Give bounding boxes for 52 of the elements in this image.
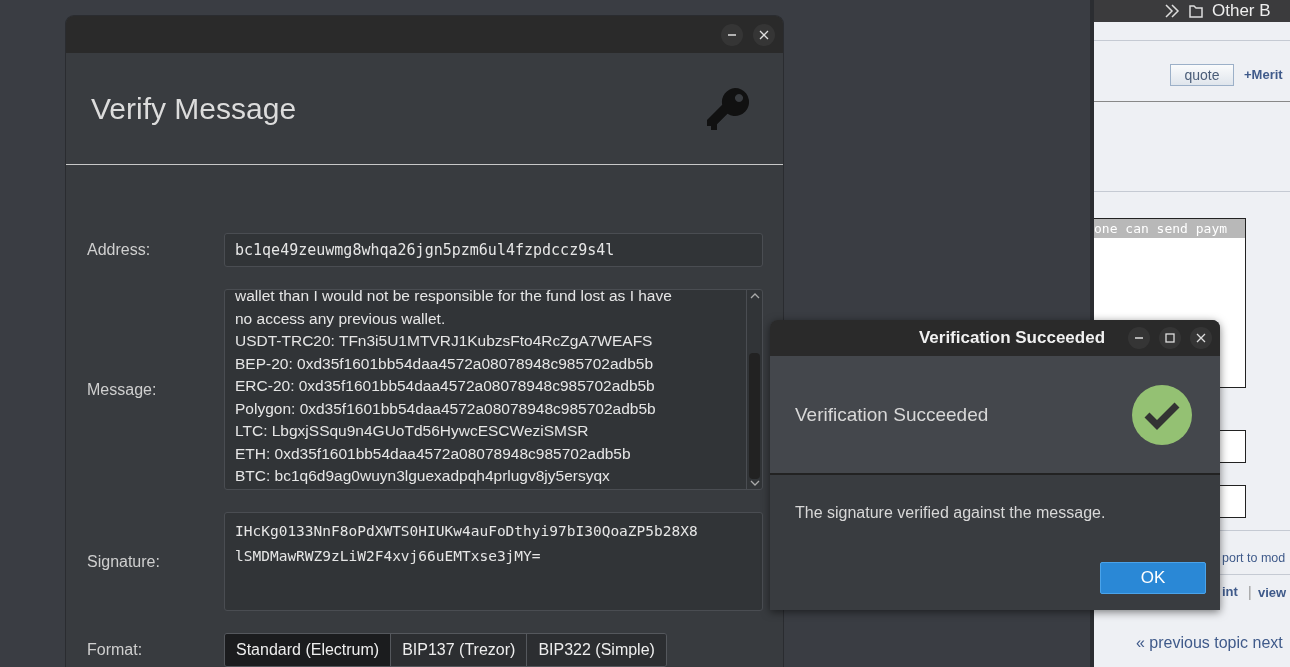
code-text: one can send paym (1094, 219, 1245, 238)
format-option[interactable]: BIP322 (Simple) (526, 634, 666, 666)
view-link[interactable]: view (1258, 585, 1287, 600)
message-line: BTC: bc1q6d9ag0wuyn3lguexadpqh4prlugv8jy5ersyqx (235, 466, 611, 486)
ok-button[interactable]: OK (1100, 562, 1206, 594)
message-line: USDT-TRC20: TFn3i5U1MTVRJ1KubzsFto4RcZgA7WEAFS (235, 331, 654, 351)
format-option[interactable]: Standard (Electrum) (225, 634, 391, 666)
dialog-title: Verification Succeeded (918, 328, 1106, 347)
signature-line: IHcKg0133NnF8oPdXWTS0HIUKw4auFoDthyi97bI30QoaZP5b28X8 (235, 522, 699, 541)
scroll-up-icon[interactable] (749, 292, 760, 299)
close-button[interactable] (1190, 327, 1212, 349)
scrollbar[interactable] (746, 290, 762, 489)
chevron-icon[interactable] (1164, 4, 1180, 18)
message-line: Polygon: 0xd35f1601bb54daa4572a08078948c985702adb5b (235, 398, 657, 419)
dialog-heading: Verification Succeeded (795, 403, 989, 426)
field-label: Address: (87, 241, 152, 259)
report-link[interactable]: port to mod (1222, 551, 1286, 565)
checkmark-icon (1131, 383, 1193, 446)
print-link[interactable]: int (1222, 584, 1238, 599)
field-label: Format: (87, 641, 144, 659)
close-icon (1195, 332, 1207, 344)
merit-link[interactable]: +Merit (1244, 67, 1283, 82)
window-title: Verify Message (91, 91, 297, 126)
maximize-icon (1164, 332, 1176, 344)
field-label: Signature: (87, 552, 161, 571)
close-icon (758, 28, 770, 41)
field-label: Message: (87, 380, 158, 399)
minimize-button[interactable] (721, 23, 743, 46)
signature-line: lSMDMawRWZ9zLiW2F4xvj66uEMTxse3jMY= (235, 547, 542, 566)
minimize-icon (728, 33, 736, 36)
bookmark-folder[interactable]: Other B (1212, 1, 1271, 21)
minimize-button[interactable] (1128, 327, 1150, 349)
message-line: BEP-20: 0xd35f1601bb54daa4572a08078948c985702adb5b (235, 353, 655, 374)
close-button[interactable] (753, 23, 775, 46)
topic-navigation-link[interactable]: « previous topic next (1136, 634, 1283, 652)
dialog-message: The signature verified against the message. (795, 504, 1106, 522)
address-field[interactable]: bc1qe49zeuwmg8whqa26jgn5pzm6ul4fzpdccz9s4l (224, 233, 763, 267)
message-line: no access any previous wallet. (235, 308, 447, 329)
message-line: LTC: LbgxjSSqu9n4GUoTd56HywcESCWeziSMSR (235, 421, 590, 441)
folder-icon (1188, 3, 1204, 19)
format-option[interactable]: BIP137 (Trezor) (390, 634, 527, 666)
separator-text: | (1248, 584, 1252, 600)
message-field[interactable] (224, 289, 763, 490)
quote-button[interactable]: quote (1170, 64, 1234, 86)
signature-field[interactable]: IHcKg0133NnF8oPdXWTS0HIUKw4auFoDthyi97bI30QoaZP5b28X8 lSMDMawRWZ9zLiW2F4xvj66uEMTxse3jMY= (224, 512, 763, 611)
message-line: wallet than I would not be responsible for the fund lost as I have (235, 290, 673, 306)
maximize-button[interactable] (1159, 327, 1181, 349)
message-line: ERC-20: 0xd35f1601bb54daa4572a08078948c985702adb5b (235, 376, 656, 396)
key-icon (705, 85, 751, 132)
minimize-icon (1135, 337, 1143, 339)
message-line: ETH: 0xd35f1601bb54daa4572a08078948c985702adb5b (235, 443, 632, 464)
scroll-down-icon[interactable] (749, 480, 760, 487)
